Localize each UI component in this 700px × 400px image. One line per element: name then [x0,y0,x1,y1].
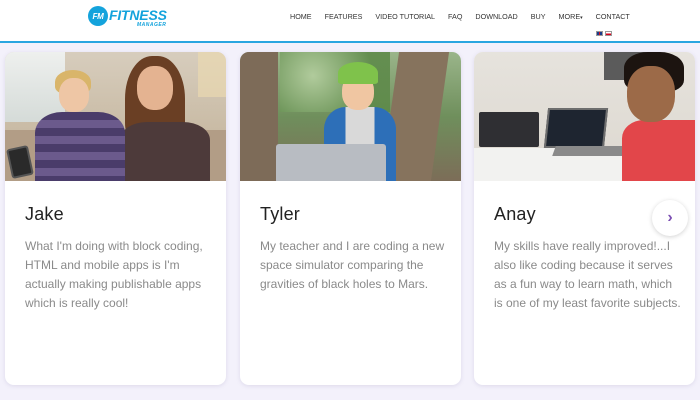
language-switcher [596,31,612,36]
nav-buy[interactable]: BUY [531,12,546,21]
testimonial-quote: My teacher and I are coding a new space … [260,239,445,291]
testimonial-card: Tyler My teacher and I are coding a new … [240,52,461,385]
nav-more[interactable]: MORE▾ [559,12,583,21]
logo[interactable]: FM FITNESS MANAGER [88,6,168,30]
testimonial-photo [474,52,695,181]
logo-title: FITNESS [109,7,167,23]
carousel-next-button[interactable]: › [652,200,688,236]
nav-video-tutorial[interactable]: VIDEO TUTORIAL [375,12,435,21]
testimonial-photo [5,52,226,181]
nav-more-label: MORE [558,12,581,21]
logo-badge-icon: FM [88,6,108,26]
nav-faq[interactable]: FAQ [448,12,462,21]
chevron-right-icon: › [667,209,673,226]
chevron-down-icon: ▾ [580,15,583,21]
english-flag-icon[interactable] [596,31,603,36]
logo-subtitle: MANAGER [137,22,167,28]
language-flag-icon[interactable] [605,31,612,36]
testimonial-quote: What I'm doing with block coding, HTML a… [25,239,203,310]
nav-contact[interactable]: CONTACT [596,12,630,21]
main-nav: HOME FEATURES VIDEO TUTORIAL FAQ DOWNLOA… [290,12,643,21]
testimonial-name: Tyler [260,204,301,224]
testimonial-card: Jake What I'm doing with block coding, H… [5,52,226,385]
nav-download[interactable]: DOWNLOAD [475,12,517,21]
nav-home[interactable]: HOME [290,12,312,21]
testimonial-name: Jake [25,204,64,224]
site-header: FM FITNESS MANAGER HOME FEATURES VIDEO T… [0,0,700,43]
testimonial-quote: My skills have really improved!...I also… [494,239,681,310]
testimonial-name: Anay [494,204,536,224]
testimonial-photo [240,52,461,181]
nav-features[interactable]: FEATURES [325,12,363,21]
